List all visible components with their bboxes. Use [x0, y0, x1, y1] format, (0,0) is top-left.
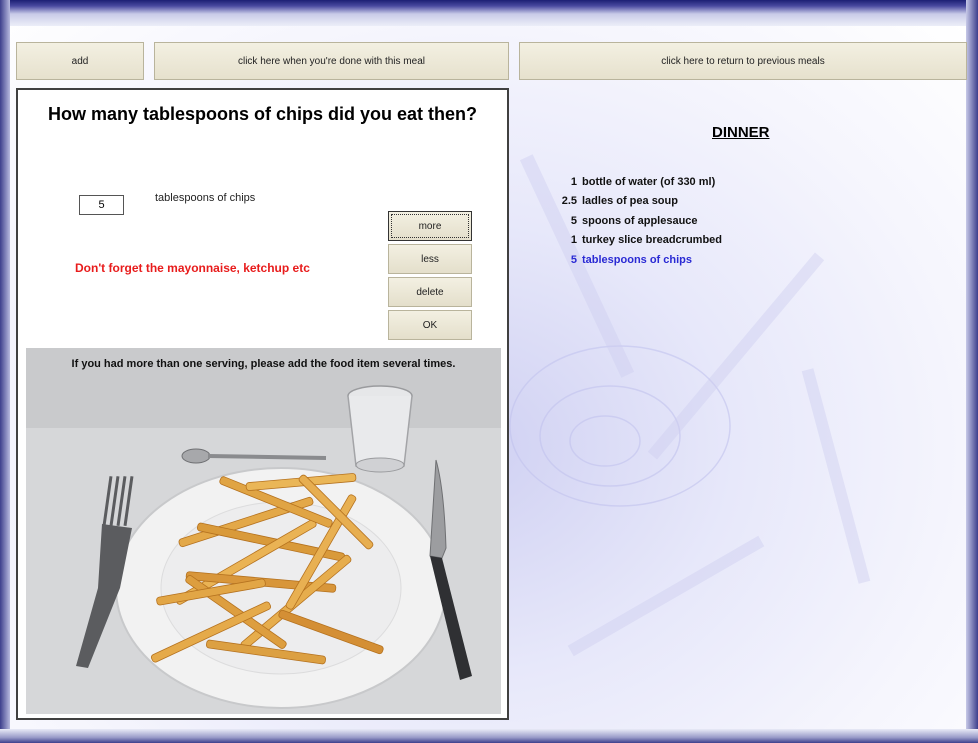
question-heading: How many tablespoons of chips did you ea… — [47, 104, 478, 124]
less-button[interactable]: less — [388, 244, 472, 274]
meal-item-quantity: 5 — [570, 214, 577, 227]
ok-button[interactable]: OK — [388, 310, 472, 340]
entry-panel: How many tablespoons of chips did you ea… — [16, 88, 509, 720]
frame-bottom-border — [0, 729, 978, 743]
food-photo-area: If you had more than one serving, please… — [26, 348, 501, 714]
meal-item-name: tablespoons of chips — [582, 253, 693, 266]
unit-label: tablespoons of chips — [155, 192, 256, 204]
meal-item-quantity: 2.5 — [561, 195, 577, 208]
meal-item-list: 1 bottle of water (of 330 ml) 2.5 ladles of… — [553, 172, 722, 270]
done-with-meal-button[interactable]: click here when you're done with this me… — [154, 42, 509, 80]
meal-title: DINNER — [712, 124, 770, 141]
add-button[interactable]: add — [16, 42, 144, 80]
return-to-previous-meals-button[interactable]: click here to return to previous meals — [519, 42, 967, 80]
meal-item-quantity: 1 — [570, 234, 577, 247]
delete-button[interactable]: delete — [388, 277, 472, 307]
meal-list-item[interactable]: 1 turkey slice breadcrumbed — [553, 231, 722, 251]
frame-left-border — [0, 0, 10, 743]
meal-list-item[interactable]: 1 bottle of water (of 330 ml) — [553, 172, 722, 192]
meal-item-quantity: 5 — [570, 253, 577, 266]
meal-item-name: ladles of pea soup — [582, 195, 678, 208]
serving-note: If you had more than one serving, please… — [71, 358, 456, 370]
meal-item-name: turkey slice breadcrumbed — [582, 234, 723, 247]
meal-item-name: spoons of applesauce — [582, 214, 698, 227]
glass-icon — [347, 385, 413, 473]
reminder-text: Don't forget the mayonnaise, ketchup etc — [75, 261, 310, 275]
meal-list-item[interactable]: 2.5 ladles of pea soup — [553, 192, 722, 212]
meal-list-item[interactable]: 5 tablespoons of chips — [553, 250, 722, 270]
frame-right-border — [966, 0, 978, 743]
more-button[interactable]: more — [388, 211, 472, 241]
meal-list-item[interactable]: 5 spoons of applesauce — [553, 211, 722, 231]
chips-plate-image — [26, 348, 501, 714]
meal-item-quantity: 1 — [570, 175, 577, 188]
meal-item-name: bottle of water (of 330 ml) — [582, 175, 716, 188]
quantity-input[interactable] — [79, 195, 124, 215]
